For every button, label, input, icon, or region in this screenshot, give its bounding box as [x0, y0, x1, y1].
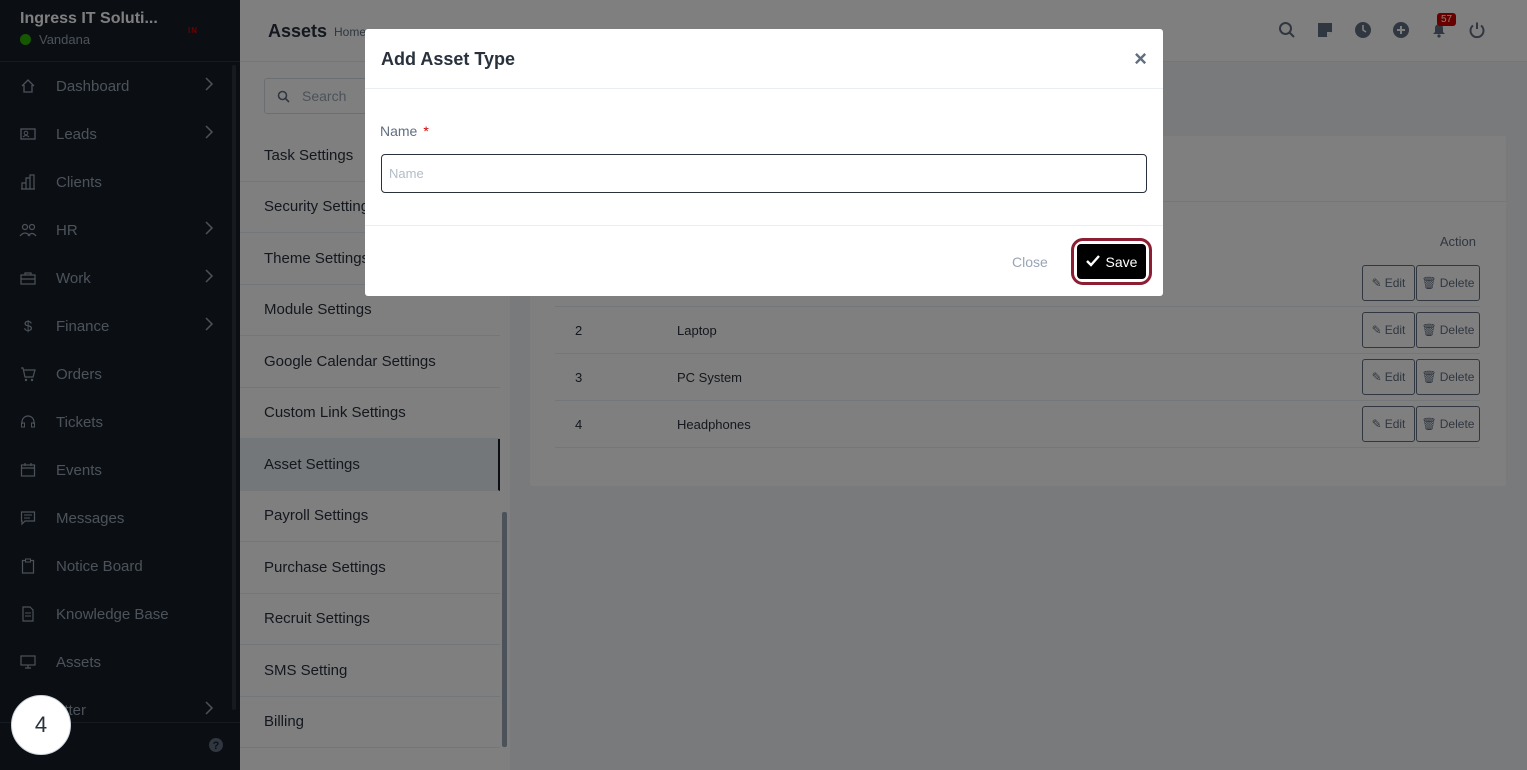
add-asset-type-modal: Add Asset Type × Name * Close Save: [365, 29, 1163, 296]
modal-title: Add Asset Type: [381, 49, 516, 69]
step-number-badge: 4: [11, 695, 71, 755]
close-icon[interactable]: ×: [1134, 48, 1147, 70]
name-input[interactable]: [381, 154, 1147, 193]
required-marker: *: [423, 123, 429, 139]
checkmark-icon: [1085, 254, 1100, 270]
modal-header: Add Asset Type ×: [365, 29, 1163, 89]
save-button[interactable]: Save: [1077, 244, 1146, 279]
modal-footer: Close Save: [365, 225, 1163, 296]
save-label: Save: [1105, 253, 1138, 270]
name-field-label: Name *: [380, 123, 429, 139]
close-button[interactable]: Close: [1012, 254, 1048, 270]
save-button-highlight: Save: [1071, 238, 1152, 285]
name-label-text: Name: [380, 123, 418, 139]
